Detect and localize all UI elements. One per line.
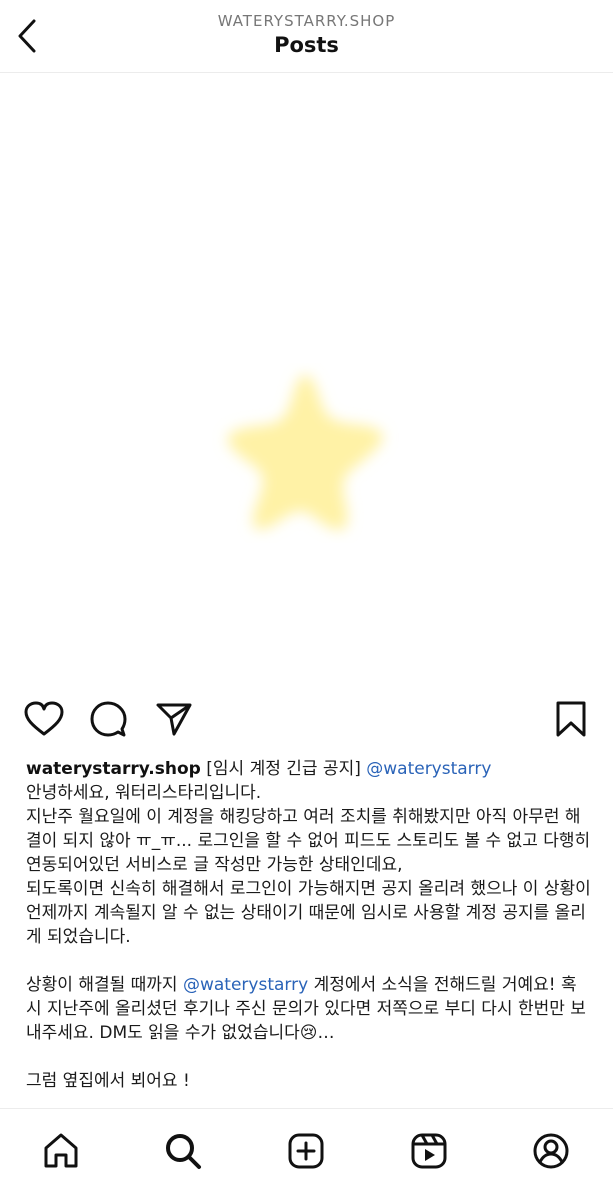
page-title: Posts [274, 33, 339, 57]
bookmark-icon[interactable] [549, 697, 593, 741]
caption-mention[interactable]: @waterystarry [366, 759, 491, 779]
reels-icon[interactable] [407, 1129, 451, 1173]
post-image[interactable] [0, 73, 613, 690]
post-actions [0, 697, 613, 745]
heart-icon[interactable] [22, 697, 66, 741]
caption-paragraph-1: 지난주 월요일에 이 계정을 해킹당하고 여러 조치를 취해봤지만 아직 아무런… [26, 807, 591, 875]
star-icon [210, 363, 400, 543]
caption-headline-text: [임시 계정 긴급 공지] [200, 759, 367, 779]
caption-headline: waterystarry.shop [임시 계정 긴급 공지] @waterys… [26, 757, 591, 781]
search-icon[interactable] [161, 1129, 205, 1173]
top-header: WATERYSTARRY.SHOP Posts [0, 0, 613, 73]
caption-text: 상황이 해결될 때까지 [26, 975, 183, 995]
crying-face-emoji: 😢 [299, 1023, 318, 1043]
caption-closing: 그럼 옆집에서 뵈어요 ! [26, 1071, 190, 1091]
caption-greeting: 안녕하세요, 워터리스타리입니다. [26, 783, 262, 803]
home-icon[interactable] [39, 1129, 83, 1173]
caption-paragraph-2: 되도록이면 신속히 해결해서 로그인이 가능해지면 공지 올리려 했으나 이 상… [26, 879, 591, 947]
caption-username[interactable]: waterystarry.shop [26, 759, 201, 779]
create-icon[interactable] [284, 1129, 328, 1173]
caption-paragraph-3: 상황이 해결될 때까지 @waterystarry 계정에서 소식을 전해드릴 … [26, 973, 591, 1045]
profile-icon[interactable] [529, 1129, 573, 1173]
post-caption: waterystarry.shop [임시 계정 긴급 공지] @waterys… [26, 757, 591, 1093]
comment-icon[interactable] [86, 697, 130, 741]
bottom-tab-bar [0, 1108, 613, 1201]
caption-mention[interactable]: @waterystarry [183, 975, 308, 995]
header-username: WATERYSTARRY.SHOP [217, 12, 396, 30]
send-icon[interactable] [152, 697, 196, 741]
more-ellipsis[interactable]: … [317, 1023, 334, 1043]
